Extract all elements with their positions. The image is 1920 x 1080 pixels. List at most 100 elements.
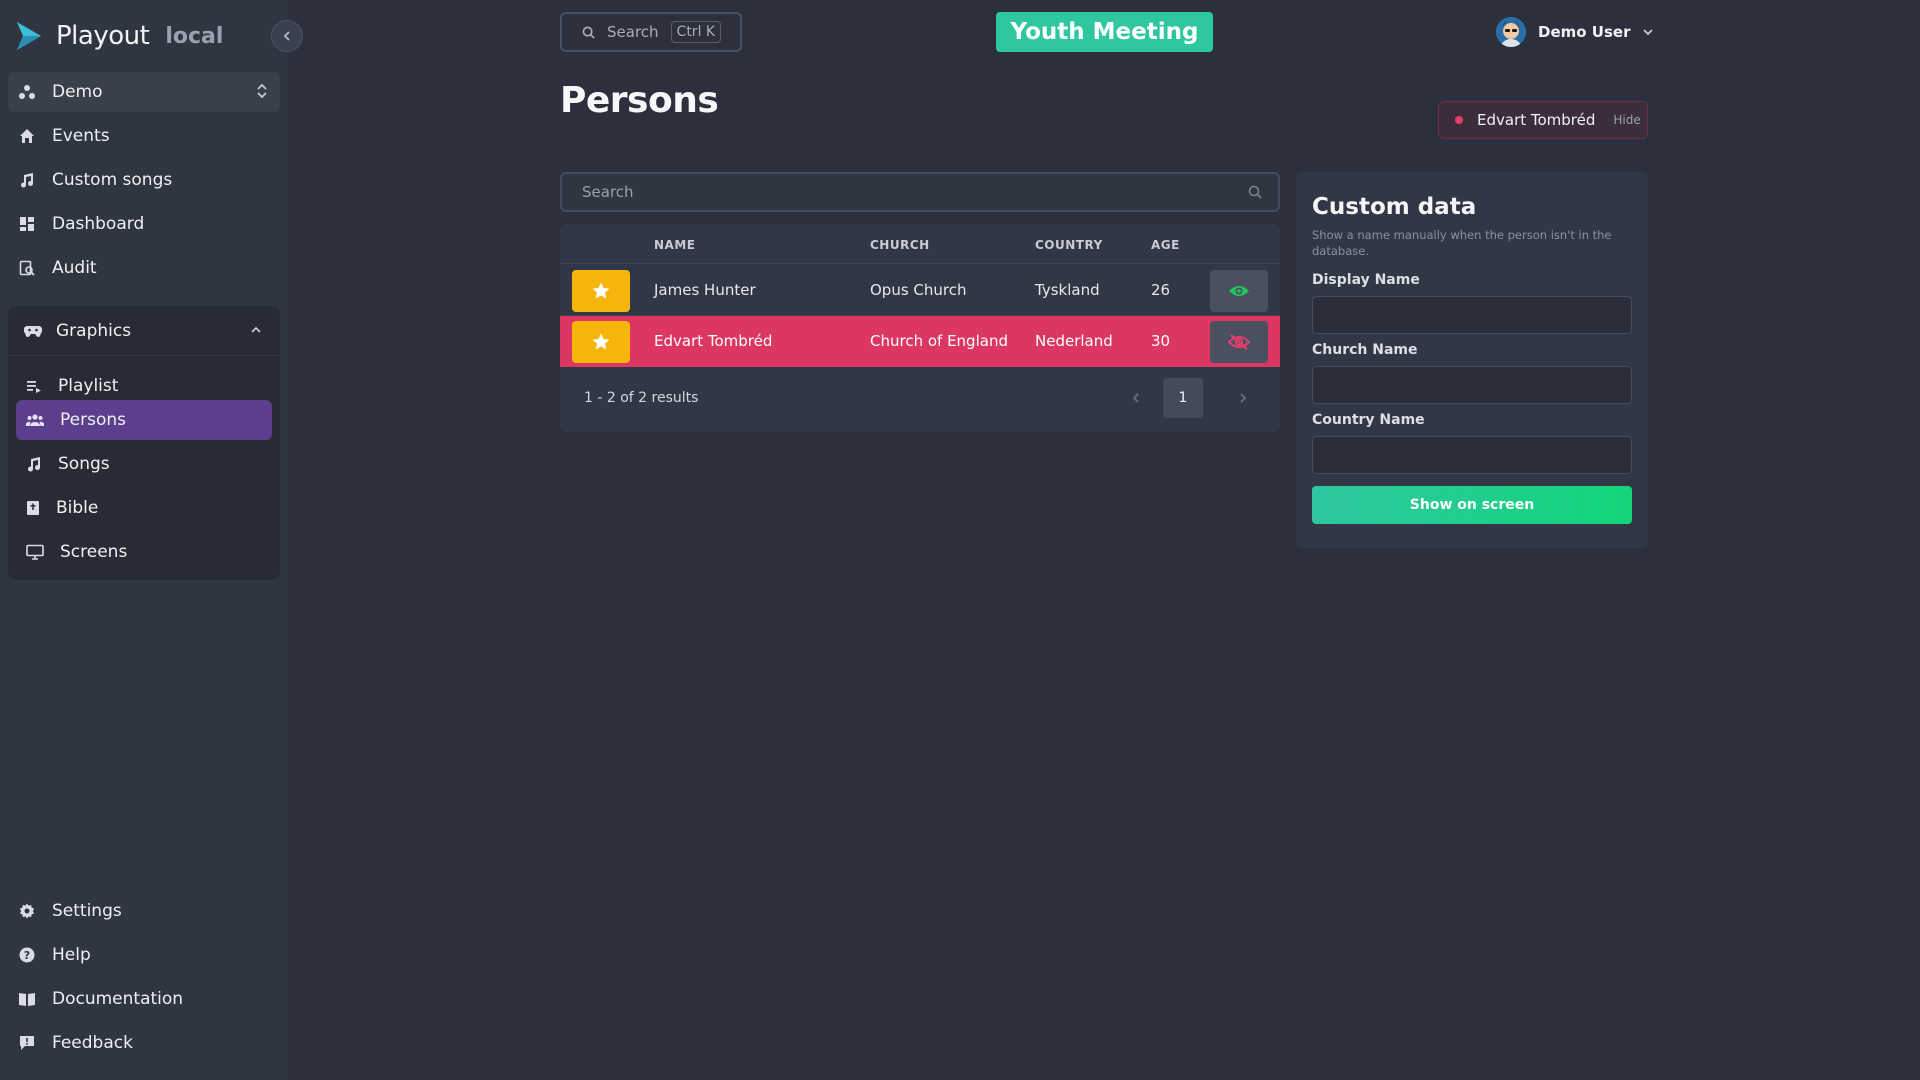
global-search-label: Search bbox=[607, 23, 659, 41]
panel-title: Custom data bbox=[1312, 194, 1477, 220]
page-number-button[interactable]: 1 bbox=[1163, 378, 1203, 418]
person-church: Church of England bbox=[870, 332, 1008, 350]
country-name-label: Country Name bbox=[1312, 412, 1425, 428]
favorite-button[interactable] bbox=[572, 270, 630, 312]
persons-search-field[interactable]: Search bbox=[560, 172, 1280, 212]
sidebar-item-label: Custom songs bbox=[52, 170, 173, 190]
sidebar-item-screens[interactable]: Screens bbox=[16, 532, 272, 572]
sidebar-item-label: Screens bbox=[60, 542, 128, 562]
sidebar-item-label: Feedback bbox=[52, 1033, 133, 1053]
sidebar-item-label: Persons bbox=[60, 410, 126, 430]
sidebar-item-help[interactable]: ? Help bbox=[8, 935, 280, 975]
star-icon bbox=[591, 281, 611, 301]
display-name-label: Display Name bbox=[1312, 272, 1420, 288]
table-row-live: Edvart Tombréd Church of England Nederla… bbox=[560, 316, 1280, 367]
people-icon bbox=[26, 413, 44, 427]
live-person-indicator: Edvart Tombréd Hide bbox=[1438, 101, 1648, 139]
sidebar-item-settings[interactable]: Settings bbox=[8, 891, 280, 931]
star-icon bbox=[591, 332, 611, 352]
sidebar-item-custom-songs[interactable]: Custom songs bbox=[8, 160, 280, 200]
workspace-label: Demo bbox=[52, 82, 103, 102]
sidebar-item-events[interactable]: Events bbox=[8, 116, 280, 156]
sidebar-item-feedback[interactable]: Feedback bbox=[8, 1023, 280, 1063]
user-menu[interactable]: Demo User bbox=[1496, 16, 1654, 48]
sidebar-item-label: Songs bbox=[58, 454, 110, 474]
eye-off-icon bbox=[1228, 333, 1250, 351]
chevron-up-down-icon bbox=[256, 82, 268, 100]
eye-icon bbox=[1228, 283, 1250, 299]
current-event-badge[interactable]: Youth Meeting bbox=[996, 12, 1213, 52]
custom-data-panel: Custom data Show a name manually when th… bbox=[1296, 172, 1648, 548]
chevron-left-icon bbox=[1132, 392, 1140, 404]
organization-icon bbox=[18, 83, 36, 101]
chevron-right-icon bbox=[1239, 392, 1247, 404]
display-name-input[interactable] bbox=[1312, 296, 1632, 334]
page-title: Persons bbox=[560, 80, 719, 121]
persons-table: NAME CHURCH COUNTRY AGE James Hunter Opu… bbox=[560, 224, 1280, 432]
sidebar-item-audit[interactable]: Audit bbox=[8, 248, 280, 288]
playlist-icon bbox=[26, 378, 42, 394]
search-icon bbox=[582, 26, 595, 39]
previous-page-button[interactable] bbox=[1121, 378, 1151, 418]
graphics-group-label: Graphics bbox=[56, 320, 132, 341]
sidebar-item-label: Settings bbox=[52, 901, 122, 921]
results-count: 1 - 2 of 2 results bbox=[584, 390, 699, 406]
hide-person-button[interactable] bbox=[1210, 321, 1268, 363]
feedback-icon bbox=[18, 1034, 36, 1052]
column-header-age[interactable]: AGE bbox=[1151, 238, 1180, 252]
sidebar-item-label: Documentation bbox=[52, 989, 184, 1009]
person-church: Opus Church bbox=[870, 281, 967, 299]
search-icon bbox=[1248, 185, 1262, 199]
church-name-label: Church Name bbox=[1312, 342, 1418, 358]
brand-env: local bbox=[165, 23, 224, 49]
brand[interactable]: Playout local bbox=[14, 18, 223, 54]
column-header-name[interactable]: NAME bbox=[654, 238, 695, 252]
favorite-button[interactable] bbox=[572, 321, 630, 363]
show-person-button[interactable] bbox=[1210, 270, 1268, 312]
gamepad-icon bbox=[24, 324, 42, 338]
help-icon: ? bbox=[18, 946, 36, 964]
graphics-group-toggle[interactable]: Graphics bbox=[8, 306, 280, 356]
gear-icon bbox=[18, 902, 36, 920]
sidebar-item-label: Dashboard bbox=[52, 214, 145, 234]
dashboard-icon bbox=[18, 215, 36, 233]
sidebar-item-persons[interactable]: Persons bbox=[16, 400, 272, 440]
audit-icon bbox=[18, 259, 36, 277]
country-name-input[interactable] bbox=[1312, 436, 1632, 474]
sidebar-item-songs[interactable]: Songs bbox=[16, 444, 272, 484]
bible-icon bbox=[26, 500, 40, 516]
sidebar-item-label: Playlist bbox=[58, 376, 119, 396]
collapse-sidebar-button[interactable] bbox=[271, 20, 303, 52]
column-header-country[interactable]: COUNTRY bbox=[1035, 238, 1103, 252]
column-header-church[interactable]: CHURCH bbox=[870, 238, 930, 252]
person-country: Nederland bbox=[1035, 332, 1113, 350]
sidebar-item-label: Audit bbox=[52, 258, 97, 278]
sidebar-item-bible[interactable]: Bible bbox=[16, 488, 272, 528]
person-name: James Hunter bbox=[654, 281, 756, 299]
avatar bbox=[1496, 17, 1526, 47]
church-name-input[interactable] bbox=[1312, 366, 1632, 404]
workspace-selector[interactable]: Demo bbox=[8, 72, 280, 112]
person-age: 26 bbox=[1151, 281, 1171, 299]
hide-live-button[interactable]: Hide bbox=[1613, 113, 1640, 127]
svg-text:?: ? bbox=[24, 949, 30, 962]
chevron-left-icon bbox=[282, 30, 292, 42]
sidebar-item-documentation[interactable]: Documentation bbox=[8, 979, 280, 1019]
show-on-screen-button[interactable]: Show on screen bbox=[1312, 486, 1632, 524]
playout-logo-icon bbox=[14, 20, 44, 52]
home-icon bbox=[18, 127, 36, 145]
persons-search-placeholder: Search bbox=[582, 183, 634, 201]
global-search-button[interactable]: Search Ctrl K bbox=[560, 12, 742, 52]
person-country: Tyskland bbox=[1035, 281, 1100, 299]
sidebar-item-dashboard[interactable]: Dashboard bbox=[8, 204, 280, 244]
sidebar-item-label: Events bbox=[52, 126, 110, 146]
live-person-name: Edvart Tombréd bbox=[1477, 111, 1596, 129]
person-age: 30 bbox=[1151, 332, 1171, 350]
table-row: James Hunter Opus Church Tyskland 26 bbox=[560, 265, 1280, 316]
sidebar: Playout local Demo Events Custom songs D… bbox=[0, 0, 288, 1080]
search-shortcut: Ctrl K bbox=[670, 21, 722, 43]
table-header: NAME CHURCH COUNTRY AGE bbox=[560, 224, 1280, 264]
book-icon bbox=[18, 990, 36, 1008]
monitor-icon bbox=[26, 544, 44, 560]
next-page-button[interactable] bbox=[1228, 378, 1258, 418]
